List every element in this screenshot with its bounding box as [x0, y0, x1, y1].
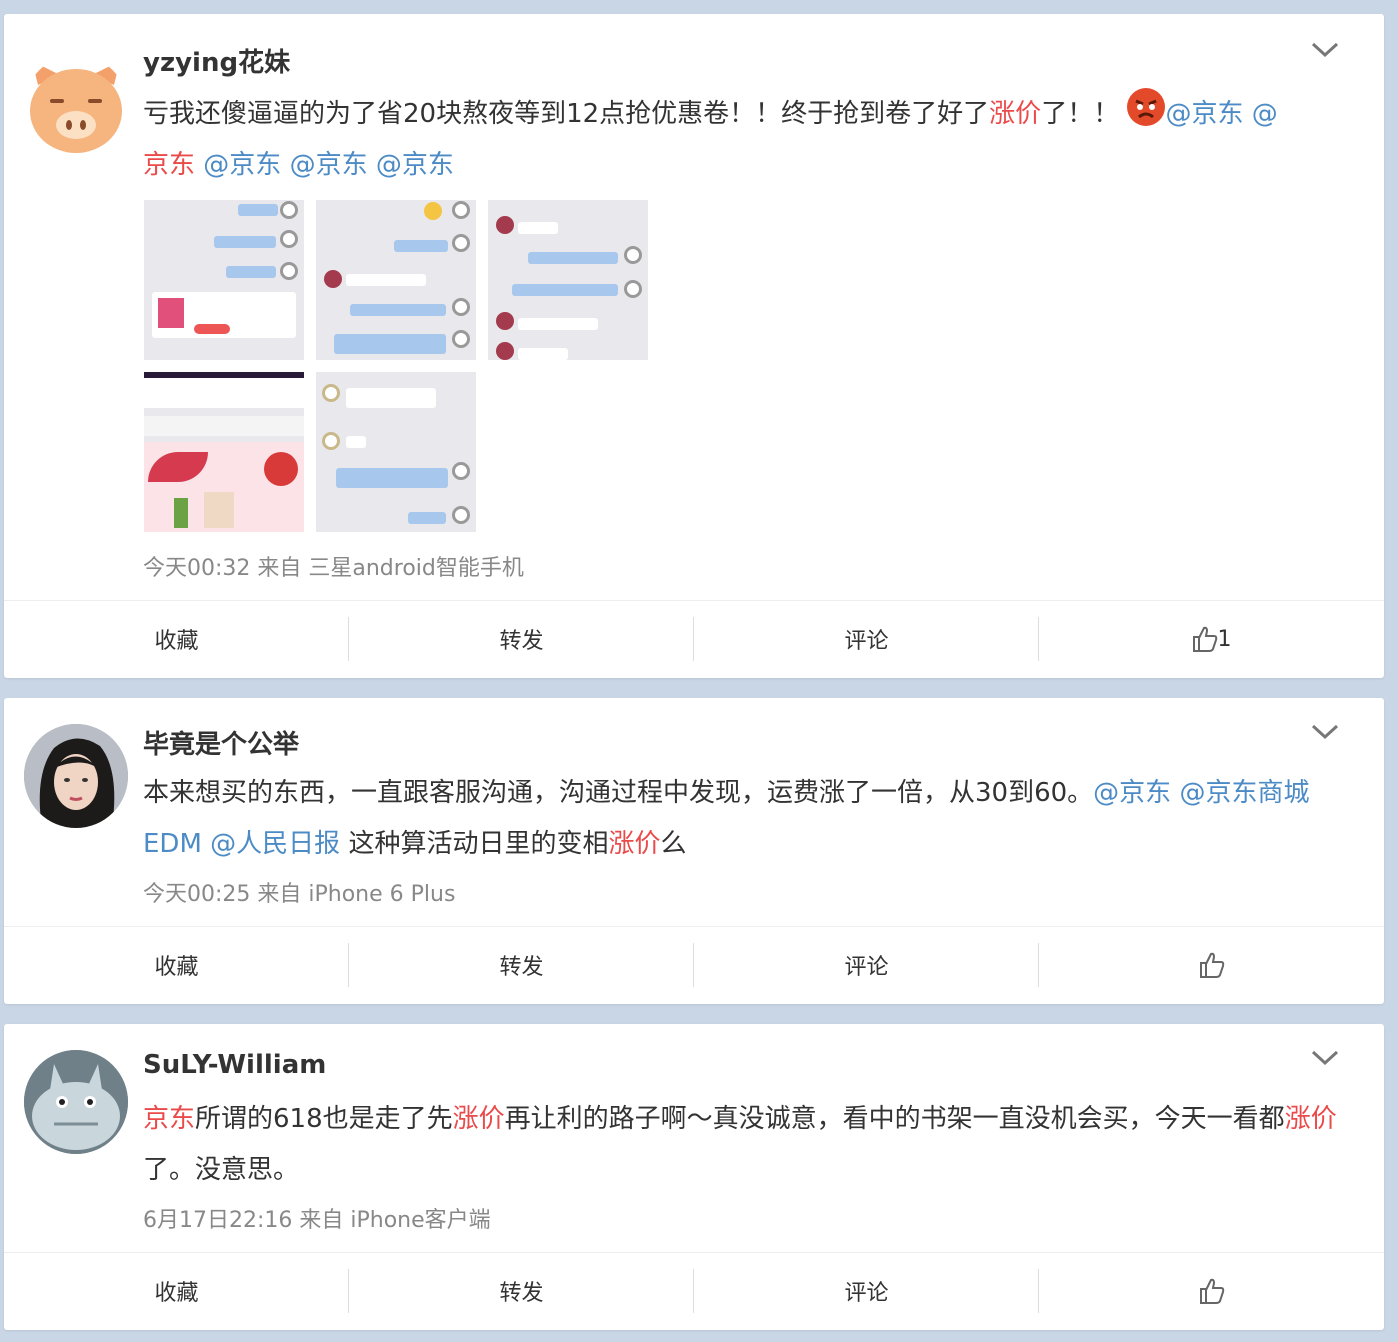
post-card: 毕竟是个公举 本来想买的东西，一直跟客服沟通，沟通过程中发现，运费涨了一倍，从3… [4, 698, 1384, 1004]
thumbs-up-icon [1199, 952, 1224, 978]
thumbs-up-icon [1192, 626, 1217, 652]
post-text-segment: 本来想买的东西，一直跟客服沟通，沟通过程中发现，运费涨了一倍，从30到60。 [143, 778, 1094, 808]
post-meta: 今天00:25 来自 iPhone 6 Plus [143, 882, 456, 907]
totoro-avatar-icon [24, 1050, 128, 1154]
repost-button[interactable]: 转发 [349, 927, 694, 1003]
like-button[interactable] [1039, 927, 1384, 1003]
action-bar: 收藏 转发 评论 [4, 1252, 1384, 1329]
chevron-down-icon[interactable] [1310, 722, 1340, 742]
image-thumbnail[interactable] [144, 200, 304, 360]
mention-link[interactable]: @ [1252, 99, 1278, 129]
keyword-highlight[interactable]: 涨价 [989, 99, 1041, 129]
woman-avatar-icon [24, 724, 128, 828]
post-meta: 6月17日22:16 来自 iPhone客户端 [143, 1208, 491, 1233]
repost-button[interactable]: 转发 [349, 1253, 694, 1329]
chevron-down-icon[interactable] [1310, 1048, 1340, 1068]
mention-link[interactable]: @京东 [203, 150, 281, 180]
post-text-segment: 了。没意思。 [143, 1155, 300, 1185]
post-text-segment: 所谓的618也是走了先 [195, 1104, 453, 1134]
avatar[interactable] [24, 1050, 128, 1154]
favorite-label: 收藏 [154, 1281, 199, 1306]
comment-label: 评论 [844, 955, 889, 980]
post-text-segment: 了！！ [1041, 99, 1120, 129]
comment-button[interactable]: 评论 [694, 1253, 1039, 1329]
post-card: yzying花妹 亏我还傻逼逼的为了省20块熬夜等到12点抢优惠卷！！终于抢到卷… [4, 14, 1384, 678]
action-bar: 收藏 转发 评论 [4, 926, 1384, 1003]
comment-label: 评论 [844, 1281, 889, 1306]
repost-label: 转发 [499, 1281, 544, 1306]
mention-link[interactable]: @京东 [1165, 99, 1243, 129]
image-thumbnail[interactable] [316, 200, 476, 360]
post-text-segment: 再让利的路子啊～真没诚意，看中的书架一直没机会买，今天一看都 [504, 1104, 1285, 1134]
favorite-button[interactable]: 收藏 [4, 1253, 349, 1329]
mention-link[interactable]: @京东 [290, 150, 368, 180]
like-button[interactable]: 1 [1039, 601, 1384, 677]
comment-label: 评论 [844, 629, 889, 654]
post-text-segment: 这种算活动日里的变相 [348, 829, 609, 859]
keyword-highlight[interactable]: 涨价 [608, 829, 660, 859]
angry-emoji-icon [1127, 88, 1166, 126]
avatar[interactable] [24, 724, 128, 828]
mention-link[interactable]: @京东 [1093, 778, 1171, 808]
comment-button[interactable]: 评论 [694, 927, 1039, 1003]
favorite-button[interactable]: 收藏 [4, 927, 349, 1003]
keyword-highlight[interactable]: 京东 [143, 1104, 195, 1134]
image-thumbnail[interactable] [488, 200, 648, 360]
post-meta: 今天00:32 来自 三星android智能手机 [143, 556, 524, 581]
thumbs-up-icon [1199, 1278, 1224, 1304]
username[interactable]: 毕竟是个公举 [143, 724, 299, 761]
comment-button[interactable]: 评论 [694, 601, 1039, 677]
post-text: 京东所谓的618也是走了先涨价再让利的路子啊～真没诚意，看中的书架一直没机会买，… [143, 1094, 1358, 1196]
keyword-highlight[interactable]: 涨价 [453, 1104, 505, 1134]
repost-label: 转发 [499, 955, 544, 980]
image-thumbnail[interactable] [144, 372, 304, 532]
post-text: 本来想买的东西，一直跟客服沟通，沟通过程中发现，运费涨了一倍，从30到60。@京… [143, 768, 1358, 870]
favorite-label: 收藏 [154, 629, 199, 654]
action-bar: 收藏 转发 评论 1 [4, 600, 1384, 677]
favorite-button[interactable]: 收藏 [4, 601, 349, 677]
image-thumbnail[interactable] [316, 372, 476, 532]
repost-button[interactable]: 转发 [349, 601, 694, 677]
favorite-label: 收藏 [154, 955, 199, 980]
avatar[interactable] [24, 55, 128, 159]
chevron-down-icon[interactable] [1310, 40, 1340, 60]
username[interactable]: SuLY-William [143, 1050, 326, 1080]
mention-link[interactable]: @京东 [376, 150, 454, 180]
post-text-segment: 么 [660, 829, 687, 859]
like-button[interactable] [1039, 1253, 1384, 1329]
keyword-highlight[interactable]: 京东 [143, 150, 195, 180]
like-count: 1 [1217, 626, 1232, 652]
post-text: 亏我还傻逼逼的为了省20块熬夜等到12点抢优惠卷！！终于抢到卷了好了涨价了！！ … [143, 88, 1358, 191]
mention-link[interactable]: @人民日报 [210, 829, 340, 859]
repost-label: 转发 [499, 629, 544, 654]
pig-avatar-icon [24, 55, 128, 159]
post-text-segment: 亏我还傻逼逼的为了省20块熬夜等到12点抢优惠卷！！终于抢到卷了好了 [143, 99, 990, 129]
post-card: SuLY-William 京东所谓的618也是走了先涨价再让利的路子啊～真没诚意… [4, 1024, 1384, 1330]
username[interactable]: yzying花妹 [143, 42, 290, 79]
keyword-highlight[interactable]: 涨价 [1285, 1104, 1337, 1134]
